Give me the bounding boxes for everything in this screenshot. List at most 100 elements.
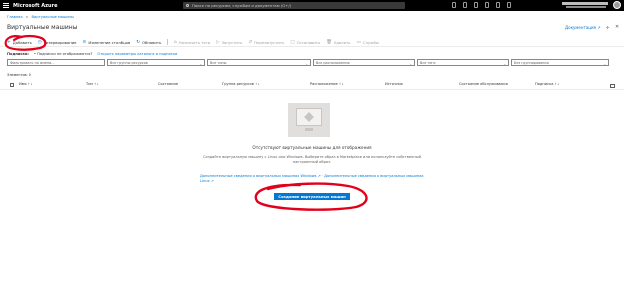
- empty-state-links: Дополнительные сведения о виртуальных ма…: [200, 174, 424, 184]
- monitor-stand-shape: [305, 128, 313, 131]
- reserve-label: Резервирование: [43, 39, 77, 45]
- tag-filter[interactable]: Все теги ⌄: [417, 59, 509, 66]
- reserve-button[interactable]: ◷ Резервирование: [38, 40, 77, 45]
- breadcrumb: Главная > Виртуальные машины: [7, 15, 74, 19]
- directory-filter-icon[interactable]: [463, 2, 467, 8]
- refresh-label: Обновить: [142, 39, 162, 45]
- filter-bar: Фильтровать по имени... Все группы ресур…: [7, 59, 617, 66]
- more-options-icon[interactable]: [610, 84, 615, 88]
- search-placeholder: Поиск по ресурсам, службам и документам …: [192, 3, 292, 8]
- stop-label: Остановить: [296, 39, 321, 45]
- feedback-icon[interactable]: [507, 2, 511, 8]
- type-filter-value: Все типы: [210, 60, 227, 65]
- windows-vm-docs-link[interactable]: Дополнительные сведения о виртуальных ма…: [200, 174, 321, 178]
- add-label: Добавить: [12, 39, 32, 45]
- refresh-button[interactable]: ↻ Обновить: [136, 40, 161, 45]
- virtual-machine-icon: [288, 103, 330, 137]
- user-tenant-redacted: [566, 6, 606, 8]
- header-divider: [0, 46, 624, 47]
- start-label: Запустить: [221, 39, 243, 45]
- chevron-down-icon: ⌄: [603, 61, 606, 66]
- items-count: Элементов: 0: [7, 73, 31, 77]
- chevron-down-icon: ⌄: [199, 61, 202, 66]
- settings-icon[interactable]: [485, 2, 489, 8]
- brand-logo[interactable]: Microsoft Azure: [13, 3, 57, 9]
- tag-filter-value: Все теги: [420, 60, 436, 65]
- notifications-icon[interactable]: [474, 2, 478, 8]
- breadcrumb-home[interactable]: Главная: [7, 15, 23, 19]
- table-header: Имя↑↓ Тип↑↓ Состояние Группа ресурсов↑↓ …: [0, 79, 624, 90]
- hamburger-menu-icon[interactable]: [3, 3, 9, 8]
- edit-columns-label: Изменение столбцов: [88, 39, 131, 45]
- name-filter-placeholder: Фильтровать по имени...: [10, 60, 55, 65]
- command-bar: + Добавить ◷ Резервирование ≡ Изменение …: [7, 39, 379, 45]
- sort-icon: ↑↓: [338, 82, 344, 86]
- name-filter-input[interactable]: Фильтровать по имени...: [7, 59, 105, 66]
- type-filter[interactable]: Все типы ⌄: [207, 59, 311, 66]
- empty-state-description: Создайте виртуальную машину с Linux или …: [203, 155, 421, 164]
- chevron-down-icon: ⌄: [409, 61, 412, 66]
- start-button[interactable]: ▷ Запустить: [216, 40, 242, 45]
- tag-icon: ⌂: [173, 39, 177, 45]
- pin-icon[interactable]: ✢: [606, 25, 609, 30]
- services-label: Службы: [362, 39, 379, 45]
- stop-button[interactable]: □ Остановить: [290, 40, 320, 45]
- services-icon: ▭: [356, 39, 361, 45]
- topbar-icons: [452, 2, 511, 8]
- location-filter-value: Все расположения: [316, 60, 350, 65]
- documentation-link[interactable]: Документация ↗: [565, 25, 601, 30]
- column-header[interactable]: Тип↑↓: [86, 82, 99, 86]
- sort-icon: ↑↓: [27, 82, 33, 86]
- column-header[interactable]: Состояние обслуживания: [459, 82, 508, 86]
- page-title: Виртуальные машины: [7, 24, 78, 31]
- global-search-input[interactable]: Поиск по ресурсам, службам и документам …: [183, 2, 405, 9]
- directory-settings-link[interactable]: Открыть параметры каталога и подписки: [97, 52, 177, 56]
- clock-icon: ◷: [37, 39, 42, 45]
- breadcrumb-current[interactable]: Виртуальные машины: [32, 15, 74, 19]
- trash-icon: 🗑: [326, 39, 332, 45]
- delete-button[interactable]: 🗑 Удалить: [326, 40, 350, 45]
- sort-icon: ↑↓: [93, 82, 99, 86]
- breadcrumb-separator: >: [25, 15, 29, 19]
- help-icon[interactable]: [496, 2, 500, 8]
- column-header[interactable]: Подписка↑↓: [535, 82, 559, 86]
- select-all-checkbox[interactable]: [10, 83, 14, 87]
- restart-button[interactable]: ↺ Перезапустить: [248, 40, 284, 45]
- grouping-filter-value: Без группирования: [514, 60, 549, 65]
- services-button[interactable]: ▭ Службы: [357, 40, 379, 45]
- column-header[interactable]: Источник: [385, 82, 403, 86]
- chevron-down-icon: ⌄: [305, 61, 308, 66]
- stop-icon: □: [290, 39, 295, 45]
- subscriptions-warning: • Подписки не отображаются?: [33, 52, 93, 56]
- assign-tags-label: Назначить теги: [178, 39, 211, 45]
- empty-state-message: Отсутствуют виртуальные машины для отобр…: [252, 145, 372, 150]
- delete-label: Удалить: [333, 39, 351, 45]
- cloud-shell-icon[interactable]: [452, 2, 456, 8]
- sort-icon: ↑↓: [554, 82, 560, 86]
- chevron-down-icon: ⌄: [503, 61, 506, 66]
- resource-group-filter[interactable]: Все группы ресурсов ⌄: [107, 59, 205, 66]
- add-button[interactable]: + Добавить: [7, 40, 32, 45]
- user-account-redacted[interactable]: [562, 2, 608, 5]
- column-header[interactable]: Расположение↑↓: [310, 82, 344, 86]
- avatar[interactable]: [613, 1, 621, 9]
- toolbar-divider: [167, 39, 168, 45]
- search-icon: [186, 4, 189, 7]
- assign-tags-button[interactable]: ⌂ Назначить теги: [174, 40, 210, 45]
- column-header[interactable]: Группа ресурсов↑↓: [222, 82, 260, 86]
- subscription-line: Подписки: • Подписки не отображаются? От…: [7, 52, 177, 56]
- resource-group-filter-value: Все группы ресурсов: [110, 60, 148, 65]
- sort-icon: ↑↓: [254, 82, 260, 86]
- columns-icon: ≡: [82, 39, 87, 45]
- location-filter[interactable]: Все расположения ⌄: [313, 59, 415, 66]
- refresh-icon: ↻: [136, 39, 141, 45]
- play-icon: ▷: [216, 39, 220, 45]
- create-vm-button[interactable]: Создание виртуальных машин: [274, 193, 350, 200]
- column-header[interactable]: Состояние: [158, 82, 178, 86]
- close-icon[interactable]: ✕: [615, 24, 619, 30]
- edit-columns-button[interactable]: ≡ Изменение столбцов: [83, 40, 131, 45]
- restart-label: Перезапустить: [254, 39, 285, 45]
- plus-icon: +: [7, 39, 11, 45]
- column-header[interactable]: Имя↑↓: [19, 82, 33, 86]
- grouping-filter[interactable]: Без группирования ⌄: [511, 59, 609, 66]
